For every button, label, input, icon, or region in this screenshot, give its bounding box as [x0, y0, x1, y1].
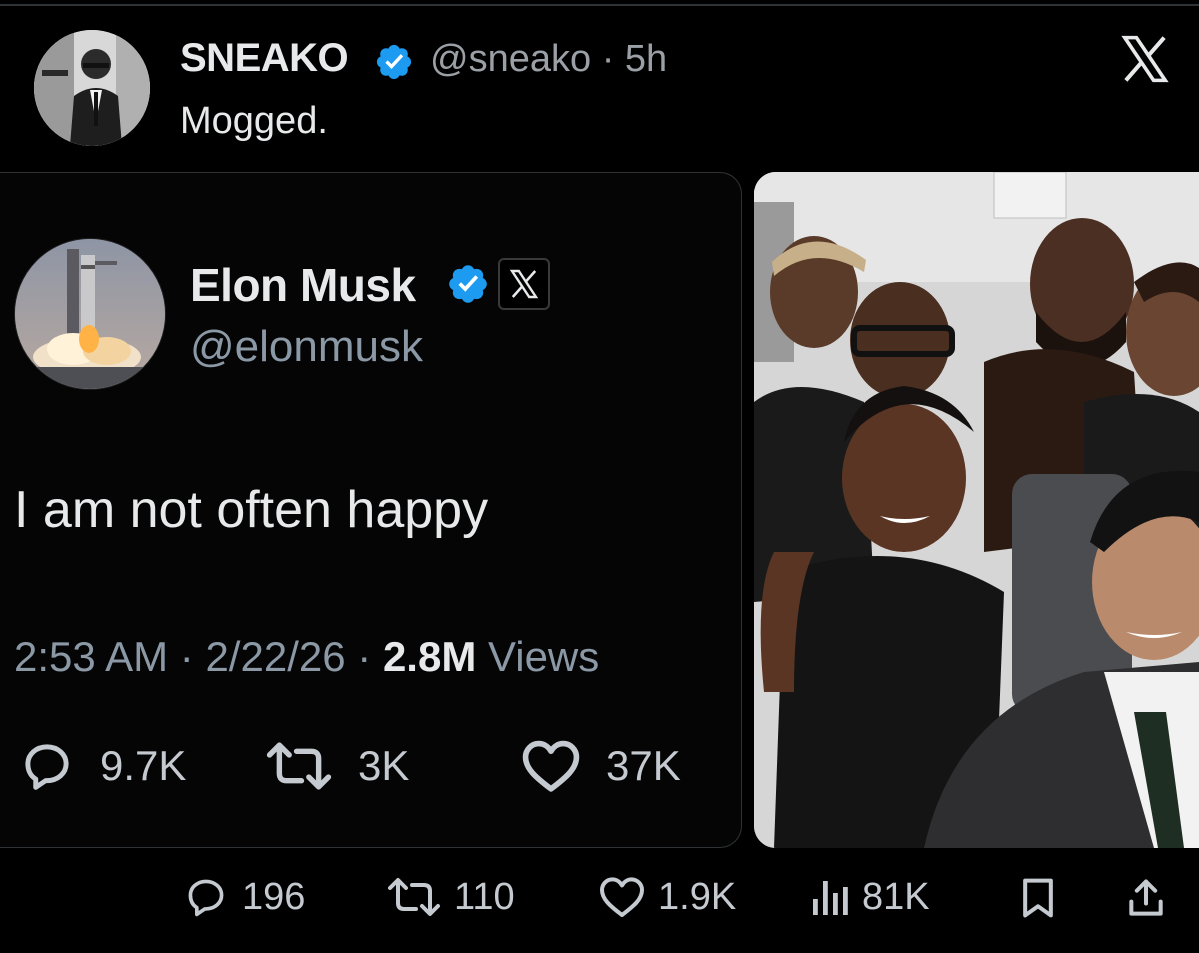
verified-badge-icon	[376, 44, 412, 80]
views-count: 81K	[862, 875, 930, 918]
share-icon[interactable]	[1124, 876, 1168, 920]
quoted-like-count: 37K	[606, 742, 681, 789]
quoted-time[interactable]: 2:53 AM	[14, 633, 168, 680]
like-icon	[522, 740, 580, 792]
repost-count: 110	[454, 875, 515, 918]
author-handle-time[interactable]: @sneako · 5h	[430, 38, 667, 81]
quoted-like-button[interactable]: 37K	[518, 740, 681, 792]
quoted-date[interactable]: 2/22/26	[205, 633, 345, 680]
quoted-tweet-text: I am not often happy	[14, 481, 489, 539]
quoted-reply-count: 9.7K	[100, 742, 187, 789]
reply-icon	[25, 744, 69, 790]
quoted-author-avatar[interactable]	[14, 238, 166, 390]
affiliation-badge[interactable]	[498, 258, 550, 310]
separator: ·	[601, 38, 615, 80]
x-logo-icon	[1121, 35, 1169, 83]
post-text: Mogged.	[180, 100, 328, 142]
post-time[interactable]: 5h	[625, 38, 667, 80]
quoted-author-handle[interactable]: @elonmusk	[190, 322, 423, 372]
verified-badge-icon	[449, 265, 487, 303]
like-count: 1.9K	[658, 875, 737, 918]
views-icon	[813, 881, 848, 915]
author-name[interactable]: SNEAKO	[180, 36, 349, 81]
attached-photo[interactable]	[754, 172, 1199, 848]
separator: ·	[179, 633, 194, 680]
views-label: Views	[487, 633, 600, 680]
quoted-repost-button[interactable]: 3K	[262, 740, 409, 792]
like-button[interactable]: 1.9K	[598, 872, 736, 922]
separator: ·	[357, 633, 372, 680]
quoted-repost-count: 3K	[358, 742, 410, 789]
repost-button[interactable]: 110	[386, 872, 515, 922]
reply-button[interactable]: 196	[182, 872, 305, 922]
quoted-author-name[interactable]: Elon Musk	[190, 258, 416, 312]
repost-icon	[266, 742, 332, 790]
author-handle[interactable]: @sneako	[430, 38, 591, 80]
repost-icon	[388, 878, 440, 916]
top-divider	[0, 4, 1199, 6]
quoted-reply-button[interactable]: 9.7K	[16, 740, 186, 792]
views-button[interactable]: 81K	[808, 872, 930, 922]
x-logo-icon	[509, 269, 539, 299]
sneako-avatar[interactable]	[34, 30, 150, 146]
reply-icon	[188, 879, 224, 917]
reply-count: 196	[242, 875, 306, 918]
bookmark-icon[interactable]	[1016, 876, 1060, 920]
quoted-tweet-meta: 2:53 AM · 2/22/26 · 2.8M Views	[14, 633, 599, 681]
views-count: 2.8M	[382, 633, 477, 680]
like-icon	[600, 877, 644, 917]
